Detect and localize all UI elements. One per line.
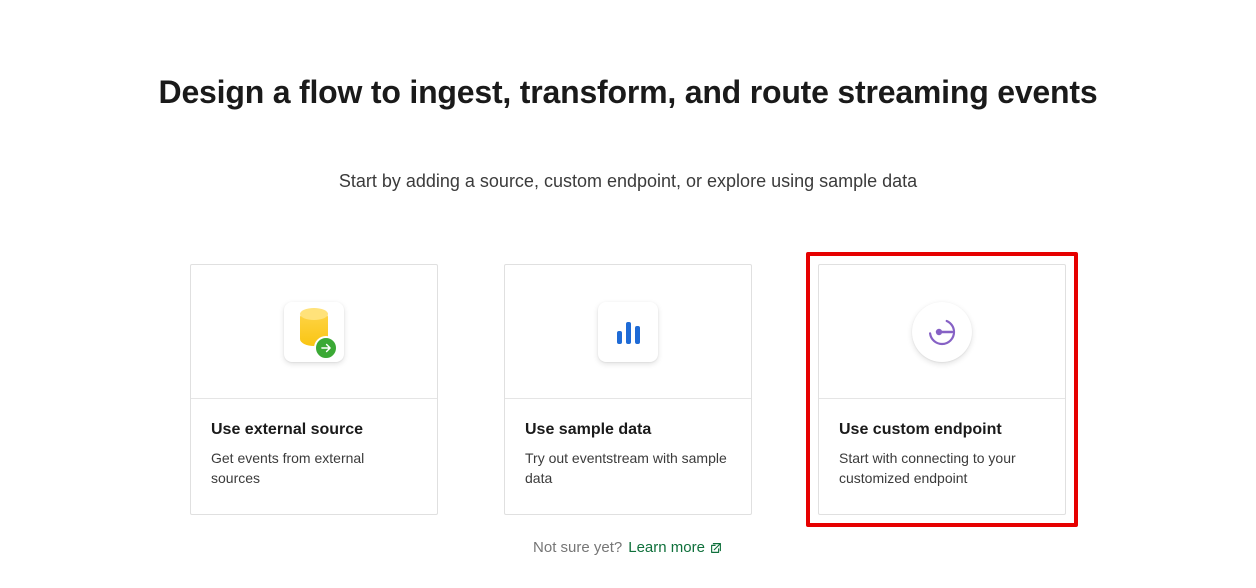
database-source-icon [284,302,344,362]
footer-prompt: Not sure yet? [533,539,622,556]
page-subtitle: Start by adding a source, custom endpoin… [339,171,917,192]
card-description: Try out eventstream with sample data [525,449,731,488]
page-title: Design a flow to ingest, transform, and … [159,74,1098,111]
card-icon-area [505,265,751,399]
footer-helper: Not sure yet? Learn more [533,539,723,556]
card-wrapper: Use sample data Try out eventstream with… [492,252,764,527]
external-link-icon [709,541,723,555]
card-description: Get events from external sources [211,449,417,488]
card-wrapper: Use external source Get events from exte… [178,252,450,527]
learn-more-link[interactable]: Learn more [628,539,723,556]
onboarding-panel: Design a flow to ingest, transform, and … [0,0,1256,556]
card-use-custom-endpoint[interactable]: Use custom endpoint Start with connectin… [818,264,1066,515]
card-wrapper: Use custom endpoint Start with connectin… [806,252,1078,527]
option-cards-row: Use external source Get events from exte… [178,252,1078,527]
bar-chart-icon [598,302,658,362]
card-icon-area [819,265,1065,399]
card-description: Start with connecting to your customized… [839,449,1045,488]
card-icon-area [191,265,437,399]
endpoint-icon [912,302,972,362]
card-title: Use sample data [525,421,731,439]
card-use-sample-data[interactable]: Use sample data Try out eventstream with… [504,264,752,515]
learn-more-label: Learn more [628,539,705,556]
card-title: Use custom endpoint [839,421,1045,439]
card-use-external-source[interactable]: Use external source Get events from exte… [190,264,438,515]
card-title: Use external source [211,421,417,439]
